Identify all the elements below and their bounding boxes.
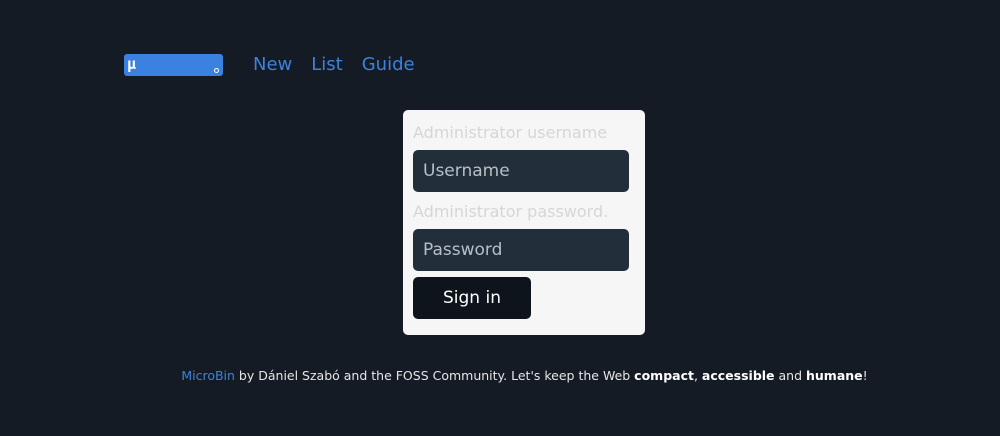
footer-credit-text: by Dániel Szabó and the FOSS Community. …	[234, 368, 635, 383]
login-card: Administrator username Administrator pas…	[403, 110, 645, 335]
footer-word-accessible: accessible	[701, 368, 775, 383]
footer-microbin-link[interactable]: MicroBin	[181, 368, 235, 383]
password-label: Administrator password.	[413, 202, 609, 221]
footer-word-compact: compact	[634, 368, 694, 383]
logo-mu-glyph: μ	[127, 55, 137, 73]
footer: MicroBin by Dániel Szabó and the FOSS Co…	[0, 367, 1000, 385]
top-nav: μ New List Guide	[124, 52, 415, 78]
sign-in-button[interactable]: Sign in	[413, 277, 531, 319]
nav-link-list[interactable]: List	[311, 52, 342, 78]
page: μ New List Guide Administrator username …	[0, 0, 1000, 436]
footer-end-mark: !	[862, 368, 868, 383]
nav-link-guide[interactable]: Guide	[362, 52, 415, 78]
username-input[interactable]	[413, 150, 629, 192]
username-label: Administrator username	[413, 123, 608, 142]
nav-link-new[interactable]: New	[253, 52, 292, 78]
password-input[interactable]	[413, 229, 629, 271]
microbin-logo[interactable]: μ	[124, 54, 223, 76]
logo-dot-icon	[214, 68, 219, 73]
footer-separator-2: and	[774, 368, 806, 383]
footer-word-humane: humane	[806, 368, 863, 383]
footer-separator-1: ,	[693, 368, 702, 383]
